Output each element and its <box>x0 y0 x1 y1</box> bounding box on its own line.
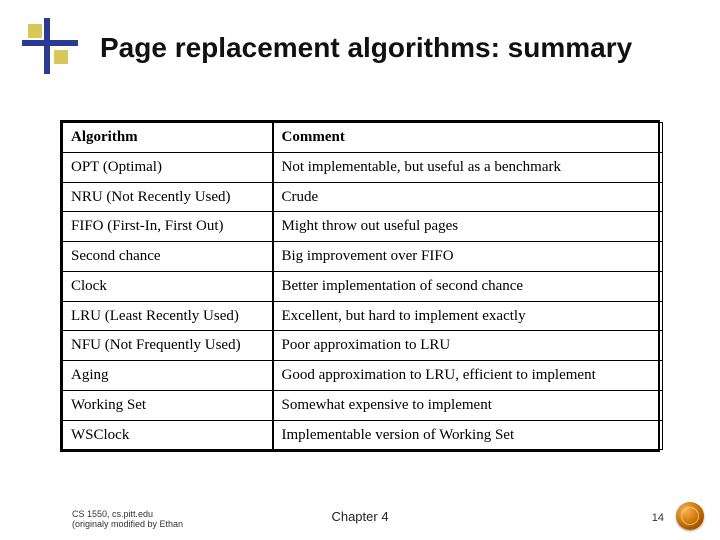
university-seal-icon <box>676 502 704 530</box>
cell-algorithm: Working Set <box>63 390 273 420</box>
cell-comment: Not implementable, but useful as a bench… <box>273 152 663 182</box>
footer-page-number: 14 <box>652 512 664 524</box>
cell-algorithm: Second chance <box>63 242 273 272</box>
cell-algorithm: NRU (Not Recently Used) <box>63 182 273 212</box>
cell-algorithm: Aging <box>63 361 273 391</box>
cell-algorithm: WSClock <box>63 420 273 450</box>
cell-comment: Implementable version of Working Set <box>273 420 663 450</box>
table-row: FIFO (First-In, First Out) Might throw o… <box>63 212 663 242</box>
table-row: Second chance Big improvement over FIFO <box>63 242 663 272</box>
table-row: Clock Better implementation of second ch… <box>63 271 663 301</box>
cell-comment: Crude <box>273 182 663 212</box>
slide-corner-decoration <box>32 28 72 68</box>
cell-comment: Good approximation to LRU, efficient to … <box>273 361 663 391</box>
table-row: NRU (Not Recently Used) Crude <box>63 182 663 212</box>
cell-comment: Excellent, but hard to implement exactly <box>273 301 663 331</box>
cell-algorithm: FIFO (First-In, First Out) <box>63 212 273 242</box>
table-header-row: Algorithm Comment <box>63 123 663 153</box>
slide-footer: CS 1550, cs.pitt.edu (originaly modified… <box>0 500 720 534</box>
footer-chapter: Chapter 4 <box>0 509 720 524</box>
table-row: LRU (Least Recently Used) Excellent, but… <box>63 301 663 331</box>
cell-algorithm: OPT (Optimal) <box>63 152 273 182</box>
table-row: NFU (Not Frequently Used) Poor approxima… <box>63 331 663 361</box>
table-row: OPT (Optimal) Not implementable, but use… <box>63 152 663 182</box>
header-algorithm: Algorithm <box>63 123 273 153</box>
cell-algorithm: Clock <box>63 271 273 301</box>
table-row: WSClock Implementable version of Working… <box>63 420 663 450</box>
cell-comment: Might throw out useful pages <box>273 212 663 242</box>
summary-table: Algorithm Comment OPT (Optimal) Not impl… <box>60 120 660 452</box>
table-row: Aging Good approximation to LRU, efficie… <box>63 361 663 391</box>
cell-comment: Poor approximation to LRU <box>273 331 663 361</box>
table-row: Working Set Somewhat expensive to implem… <box>63 390 663 420</box>
cell-algorithm: NFU (Not Frequently Used) <box>63 331 273 361</box>
cell-algorithm: LRU (Least Recently Used) <box>63 301 273 331</box>
header-comment: Comment <box>273 123 663 153</box>
cell-comment: Somewhat expensive to implement <box>273 390 663 420</box>
cell-comment: Big improvement over FIFO <box>273 242 663 272</box>
cell-comment: Better implementation of second chance <box>273 271 663 301</box>
slide-title: Page replacement algorithms: summary <box>100 32 632 64</box>
